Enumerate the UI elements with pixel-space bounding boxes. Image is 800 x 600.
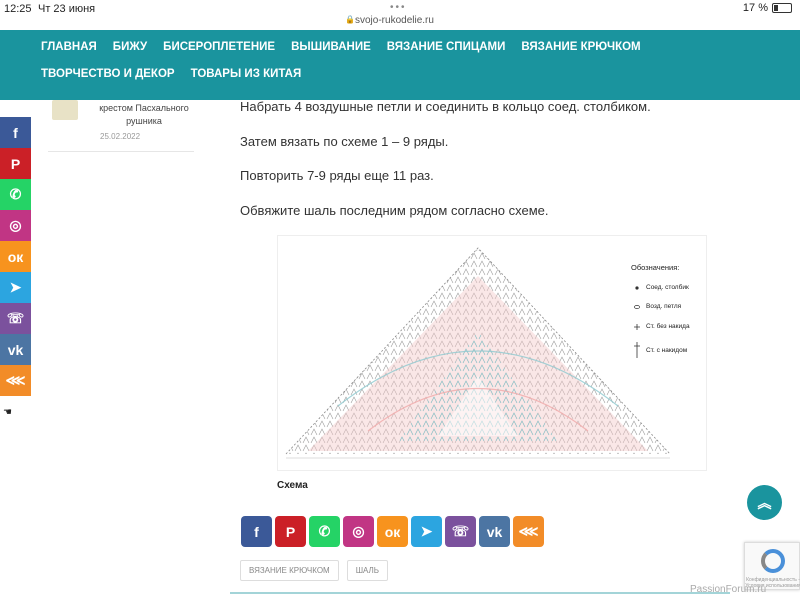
side-share-odnoklassniki-button[interactable]: ок — [0, 241, 31, 272]
viber-icon: ☏ — [451, 523, 470, 539]
divider — [48, 151, 194, 152]
address-url[interactable]: svojo-rukodelie.ru — [355, 15, 434, 26]
watermark: PassionForum.ru — [690, 584, 767, 595]
article-paragraph: Затем вязать по схеме 1 – 9 ряды. — [240, 134, 449, 149]
odnoklassniki-icon: ок — [384, 523, 401, 540]
post-date: 25.02.2022 — [100, 132, 141, 141]
pinterest-icon: P — [285, 523, 296, 540]
share-facebook-button[interactable]: f — [241, 516, 272, 547]
side-share-telegram-button[interactable]: ➤ — [0, 272, 31, 303]
article-paragraph: Повторить 7-9 ряды еще 11 раз. — [240, 168, 434, 183]
nav-item-jewelry[interactable]: БИЖУ — [113, 41, 147, 53]
tag-shawl[interactable]: ШАЛЬ — [346, 560, 389, 581]
page: { "status_bar": {"time": "12:25", "date"… — [0, 0, 800, 600]
nav-row-1: ГЛАВНАЯ БИЖУ БИСЕРОПЛЕТЕНИЕ ВЫШИВАНИЕ ВЯ… — [41, 41, 641, 53]
multitask-dots[interactable]: ••• — [390, 2, 407, 13]
article-paragraph: Обвяжите шаль последним рядом согласно с… — [240, 203, 549, 218]
share-icon: ⋘ — [5, 372, 26, 388]
vk-icon: vk — [486, 523, 503, 540]
share-instagram-button[interactable]: ◎ — [343, 516, 374, 547]
side-share-pinterest-button[interactable]: P — [0, 148, 31, 179]
share-whatsapp-button[interactable]: ✆ — [309, 516, 340, 547]
legend-slipstitch-symbol — [635, 286, 639, 290]
scroll-to-top-button[interactable]: ︽ — [747, 485, 782, 520]
recaptcha-badge[interactable]: Конфиденциальность - Условия использован… — [744, 542, 800, 590]
diagram-caption: Схема — [277, 480, 308, 491]
nav-row-2: ТВОРЧЕСТВО И ДЕКОР ТОВАРЫ ИЗ КИТАЯ — [41, 68, 301, 80]
battery-indicator: 17 % — [743, 2, 792, 14]
crochet-diagram-image[interactable]: Обозначения: Соед. столбик Возд. петля С… — [277, 235, 707, 471]
share-buttons-row: f P ✆ ◎ ок ➤ ☏ vk ⋘ — [241, 516, 544, 547]
tag-crochet[interactable]: ВЯЗАНИЕ КРЮЧКОМ — [240, 560, 339, 581]
instagram-icon: ◎ — [9, 217, 22, 233]
divider — [230, 592, 730, 594]
chevron-up-icon: ︽ — [757, 494, 772, 511]
share-pinterest-button[interactable]: P — [275, 516, 306, 547]
odnoklassniki-icon: ок — [7, 248, 24, 265]
side-share-viber-button[interactable]: ☏ — [0, 303, 31, 334]
recaptcha-icon — [761, 549, 785, 573]
post-caption[interactable]: крестом Пасхального рушника — [94, 102, 194, 128]
vk-icon: vk — [7, 341, 24, 358]
pointer-hand-icon: ☚ — [3, 407, 12, 418]
whatsapp-icon: ✆ — [9, 186, 22, 202]
side-share-vk-button[interactable]: vk — [0, 334, 31, 365]
instagram-icon: ◎ — [352, 523, 365, 539]
legend-item: Соед. столбик — [646, 284, 689, 291]
side-share-whatsapp-button[interactable]: ✆ — [0, 179, 31, 210]
side-share-share-button[interactable]: ⋘ — [0, 365, 31, 396]
telegram-icon: ➤ — [9, 279, 22, 295]
ios-status-bar: 12:25 Чт 23 июня ••• 🔒 svojo-rukodelie.r… — [0, 0, 800, 30]
share-viber-button[interactable]: ☏ — [445, 516, 476, 547]
status-date: Чт 23 июня — [38, 3, 96, 15]
legend-chain-symbol — [634, 305, 640, 309]
facebook-icon: f — [254, 523, 259, 540]
facebook-icon: f — [13, 124, 18, 141]
legend-item: Ст. без накида — [646, 323, 690, 330]
battery-percent: 17 % — [742, 2, 768, 14]
share-icon: ⋘ — [518, 523, 539, 539]
share-odnoklassniki-button[interactable]: ок — [377, 516, 408, 547]
share-vk-button[interactable]: vk — [479, 516, 510, 547]
legend-item: Возд. петля — [646, 303, 682, 310]
status-time: 12:25 — [4, 3, 32, 15]
nav-item-embroidery[interactable]: ВЫШИВАНИЕ — [291, 41, 371, 53]
side-share-instagram-button[interactable]: ◎ — [0, 210, 31, 241]
battery-icon — [772, 3, 792, 13]
legend-dc-symbol — [634, 342, 640, 358]
nav-item-china-goods[interactable]: ТОВАРЫ ИЗ КИТАЯ — [191, 68, 302, 80]
share-share-button[interactable]: ⋘ — [513, 516, 544, 547]
floating-share-bar: f P ✆ ◎ ок ➤ ☏ vk ⋘ — [0, 117, 31, 396]
legend-sc-symbol — [634, 324, 640, 330]
legend-item: Ст. с накидом — [646, 347, 688, 354]
pinterest-icon: P — [10, 155, 21, 172]
nav-item-decor[interactable]: ТВОРЧЕСТВО И ДЕКОР — [41, 68, 175, 80]
share-telegram-button[interactable]: ➤ — [411, 516, 442, 547]
main-nav: ГЛАВНАЯ БИЖУ БИСЕРОПЛЕТЕНИЕ ВЫШИВАНИЕ ВЯ… — [0, 30, 800, 100]
telegram-icon: ➤ — [420, 523, 433, 539]
post-tags: ВЯЗАНИЕ КРЮЧКОМ ШАЛЬ — [240, 560, 389, 581]
article-paragraph: Набрать 4 воздушные петли и соединить в … — [240, 99, 651, 114]
viber-icon: ☏ — [6, 310, 25, 326]
nav-item-knitting[interactable]: ВЯЗАНИЕ СПИЦАМИ — [387, 41, 506, 53]
side-share-facebook-button[interactable]: f — [0, 117, 31, 148]
post-thumbnail[interactable] — [52, 100, 78, 120]
whatsapp-icon: ✆ — [318, 523, 331, 539]
nav-item-beading[interactable]: БИСЕРОПЛЕТЕНИЕ — [163, 41, 275, 53]
lock-icon: 🔒 — [345, 15, 355, 24]
legend-title: Обозначения: — [631, 263, 680, 272]
nav-item-home[interactable]: ГЛАВНАЯ — [41, 41, 97, 53]
nav-item-crochet[interactable]: ВЯЗАНИЕ КРЮЧКОМ — [521, 41, 640, 53]
